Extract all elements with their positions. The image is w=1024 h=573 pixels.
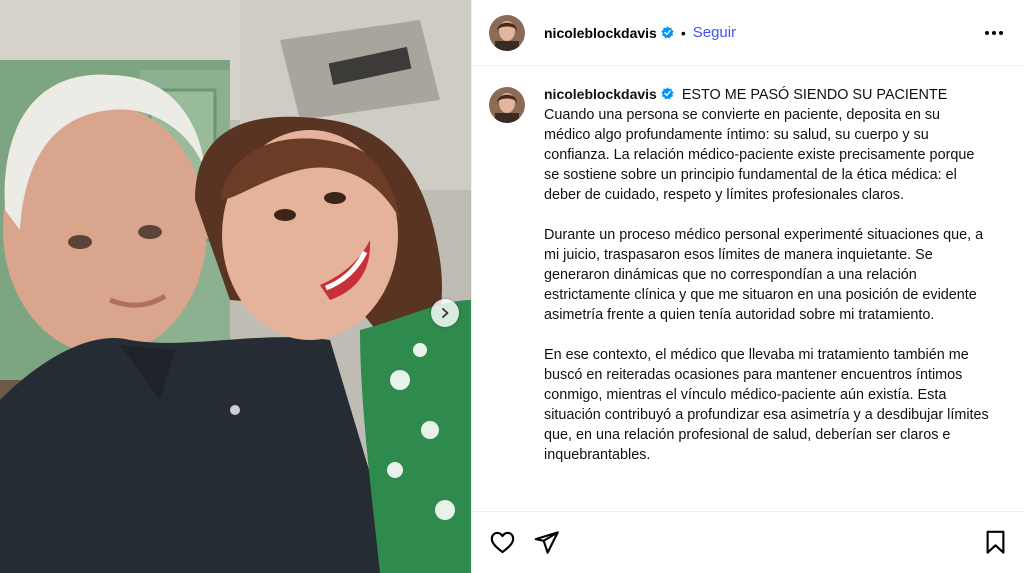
next-photo-button[interactable]	[431, 299, 459, 327]
verified-badge-icon	[661, 87, 674, 100]
action-bar	[472, 511, 1024, 573]
more-options-button[interactable]	[983, 22, 1005, 44]
caption-paragraph-3: En ese contexto, el médico que llevaba m…	[544, 347, 989, 463]
caption-username[interactable]: nicoleblockdavis	[544, 86, 657, 102]
avatar[interactable]	[489, 14, 525, 51]
separator-dot: •	[680, 24, 686, 41]
post-photo[interactable]	[0, 0, 471, 573]
selfie-image	[0, 0, 471, 573]
post-sidebar: nicoleblockdavis • Seguir nicoleblockdav…	[471, 0, 1024, 573]
follow-button[interactable]: Seguir	[693, 24, 736, 41]
caption-area: nicoleblockdavis ESTO ME PASÓ SIENDO SU …	[489, 84, 1009, 504]
caption-paragraph-1: Cuando una persona se convierte en pacie…	[544, 107, 975, 203]
paper-plane-icon	[534, 531, 559, 554]
caption-headline: ESTO ME PASÓ SIENDO SU PACIENTE	[681, 87, 948, 103]
save-button[interactable]	[982, 529, 1009, 556]
post-header: nicoleblockdavis • Seguir	[472, 0, 1024, 66]
more-options-icon	[985, 31, 1003, 35]
caption-avatar[interactable]	[489, 87, 525, 123]
verified-badge-icon	[661, 26, 674, 39]
caption-text: nicoleblockdavis ESTO ME PASÓ SIENDO SU …	[544, 84, 989, 465]
bookmark-icon	[986, 530, 1005, 554]
heart-icon	[490, 531, 515, 554]
instagram-post: nicoleblockdavis • Seguir nicoleblockdav…	[0, 0, 1024, 573]
chevron-right-icon	[442, 308, 449, 318]
like-button[interactable]	[489, 529, 516, 556]
username[interactable]: nicoleblockdavis	[544, 25, 657, 41]
share-button[interactable]	[533, 529, 560, 556]
caption-paragraph-2: Durante un proceso médico personal exper…	[544, 227, 984, 323]
